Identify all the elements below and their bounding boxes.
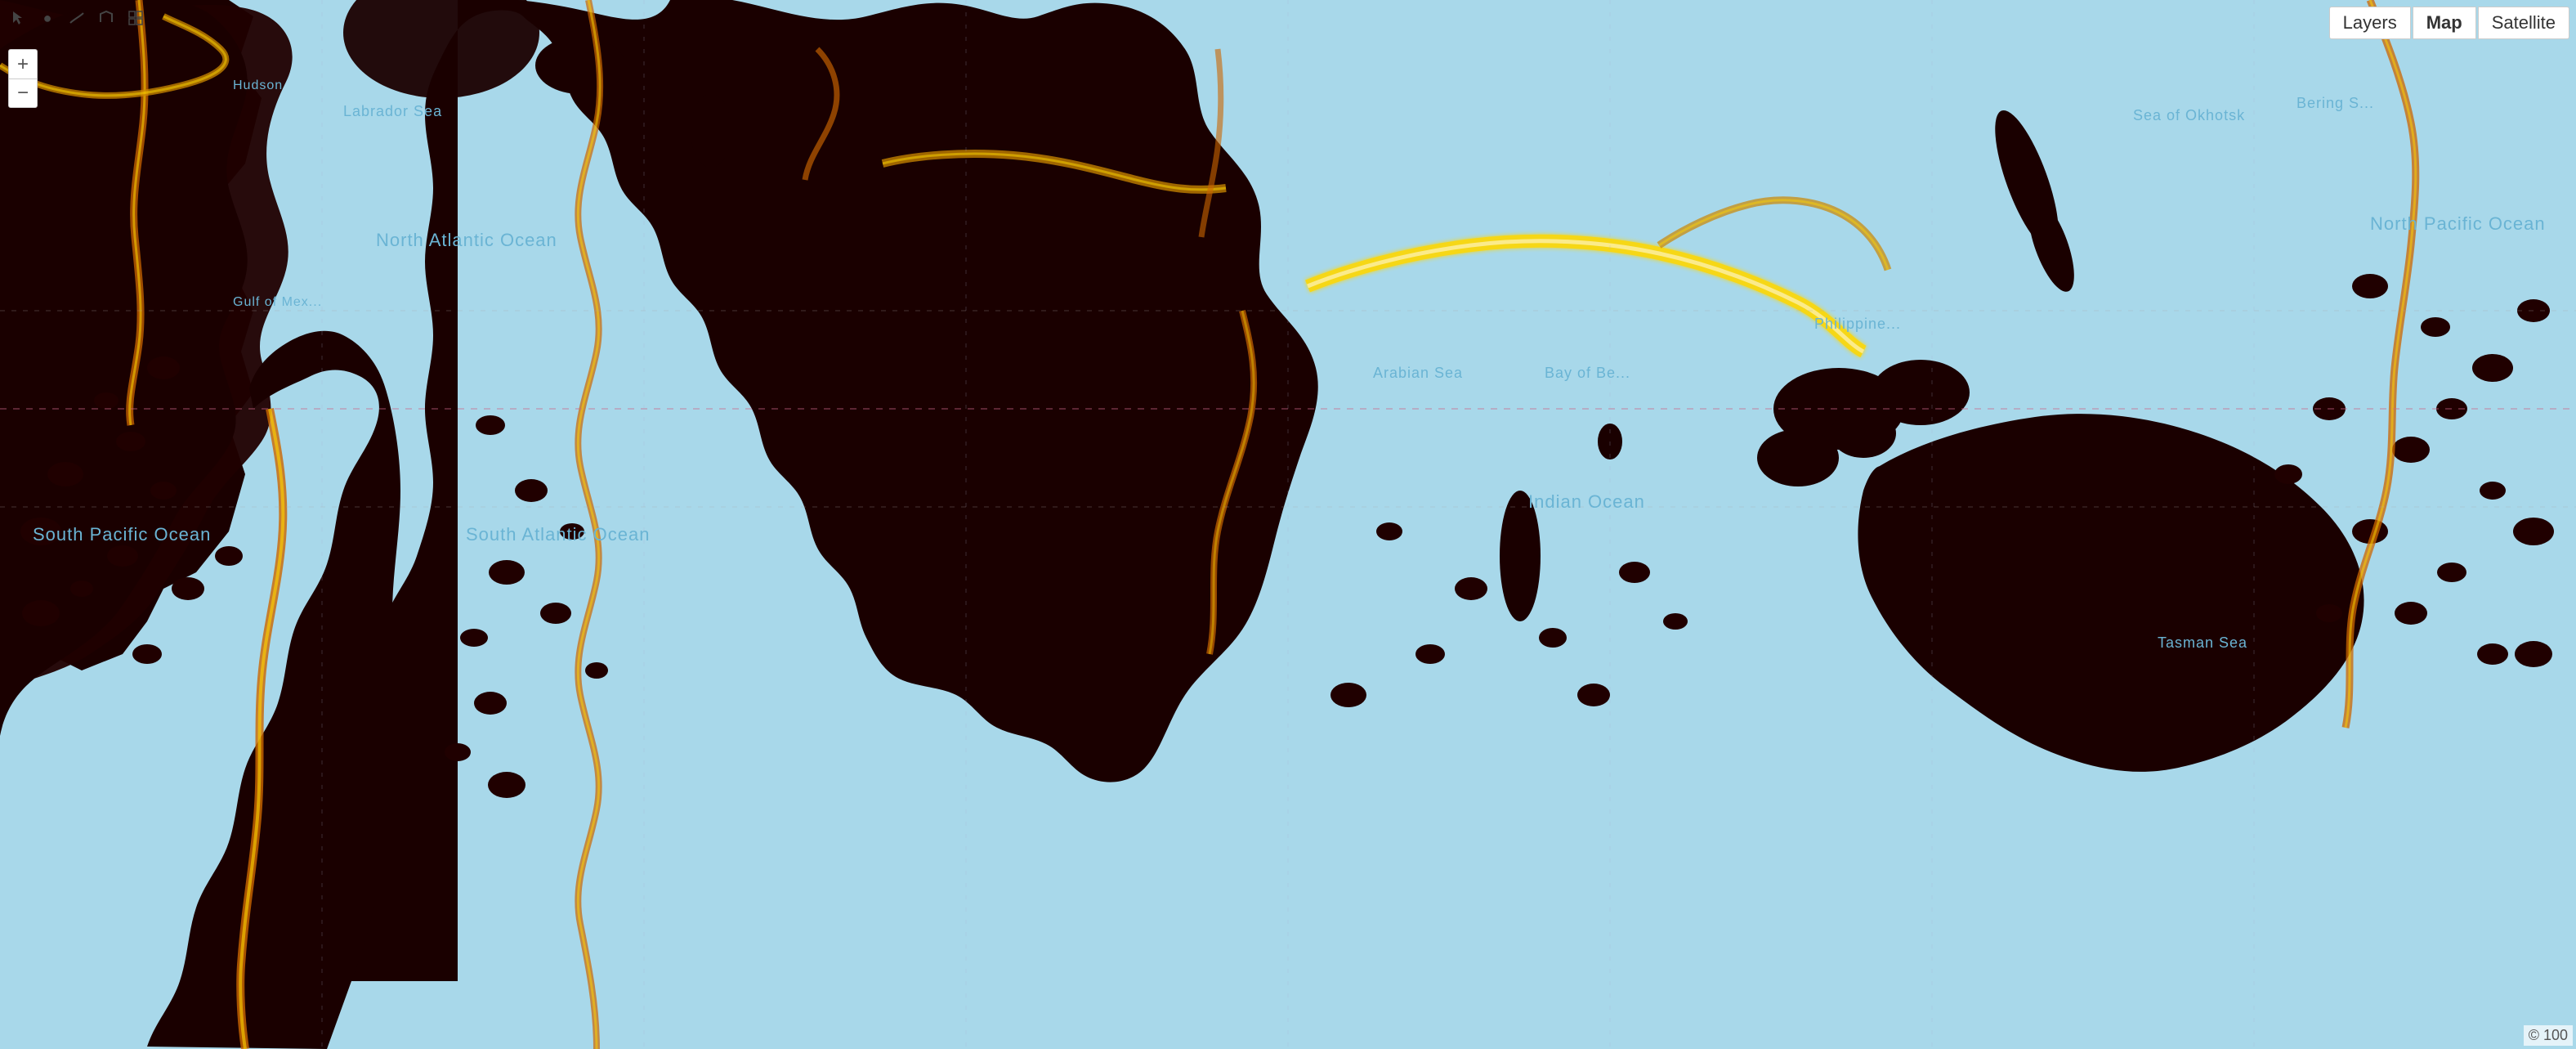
line-tool[interactable] [65,7,88,29]
map-svg [0,0,2576,1049]
zoom-out-button[interactable]: − [8,78,38,108]
attribution: © 100 [2524,1025,2573,1046]
shape-tool[interactable] [95,7,118,29]
layers-button[interactable]: Layers [2329,7,2411,39]
map-view-button[interactable]: Map [2413,7,2476,39]
top-controls: Layers Map Satellite [2329,7,2569,39]
map-container: North Atlantic Ocean South Atlantic Ocea… [0,0,2576,1049]
map-tools-bar: ● [7,7,147,29]
zoom-in-button[interactable]: + [8,49,38,78]
point-tool[interactable]: ● [36,7,59,29]
grid-tool[interactable] [124,7,147,29]
zoom-controls: + − [8,49,38,108]
satellite-view-button[interactable]: Satellite [2478,7,2569,39]
cursor-tool[interactable] [7,7,29,29]
